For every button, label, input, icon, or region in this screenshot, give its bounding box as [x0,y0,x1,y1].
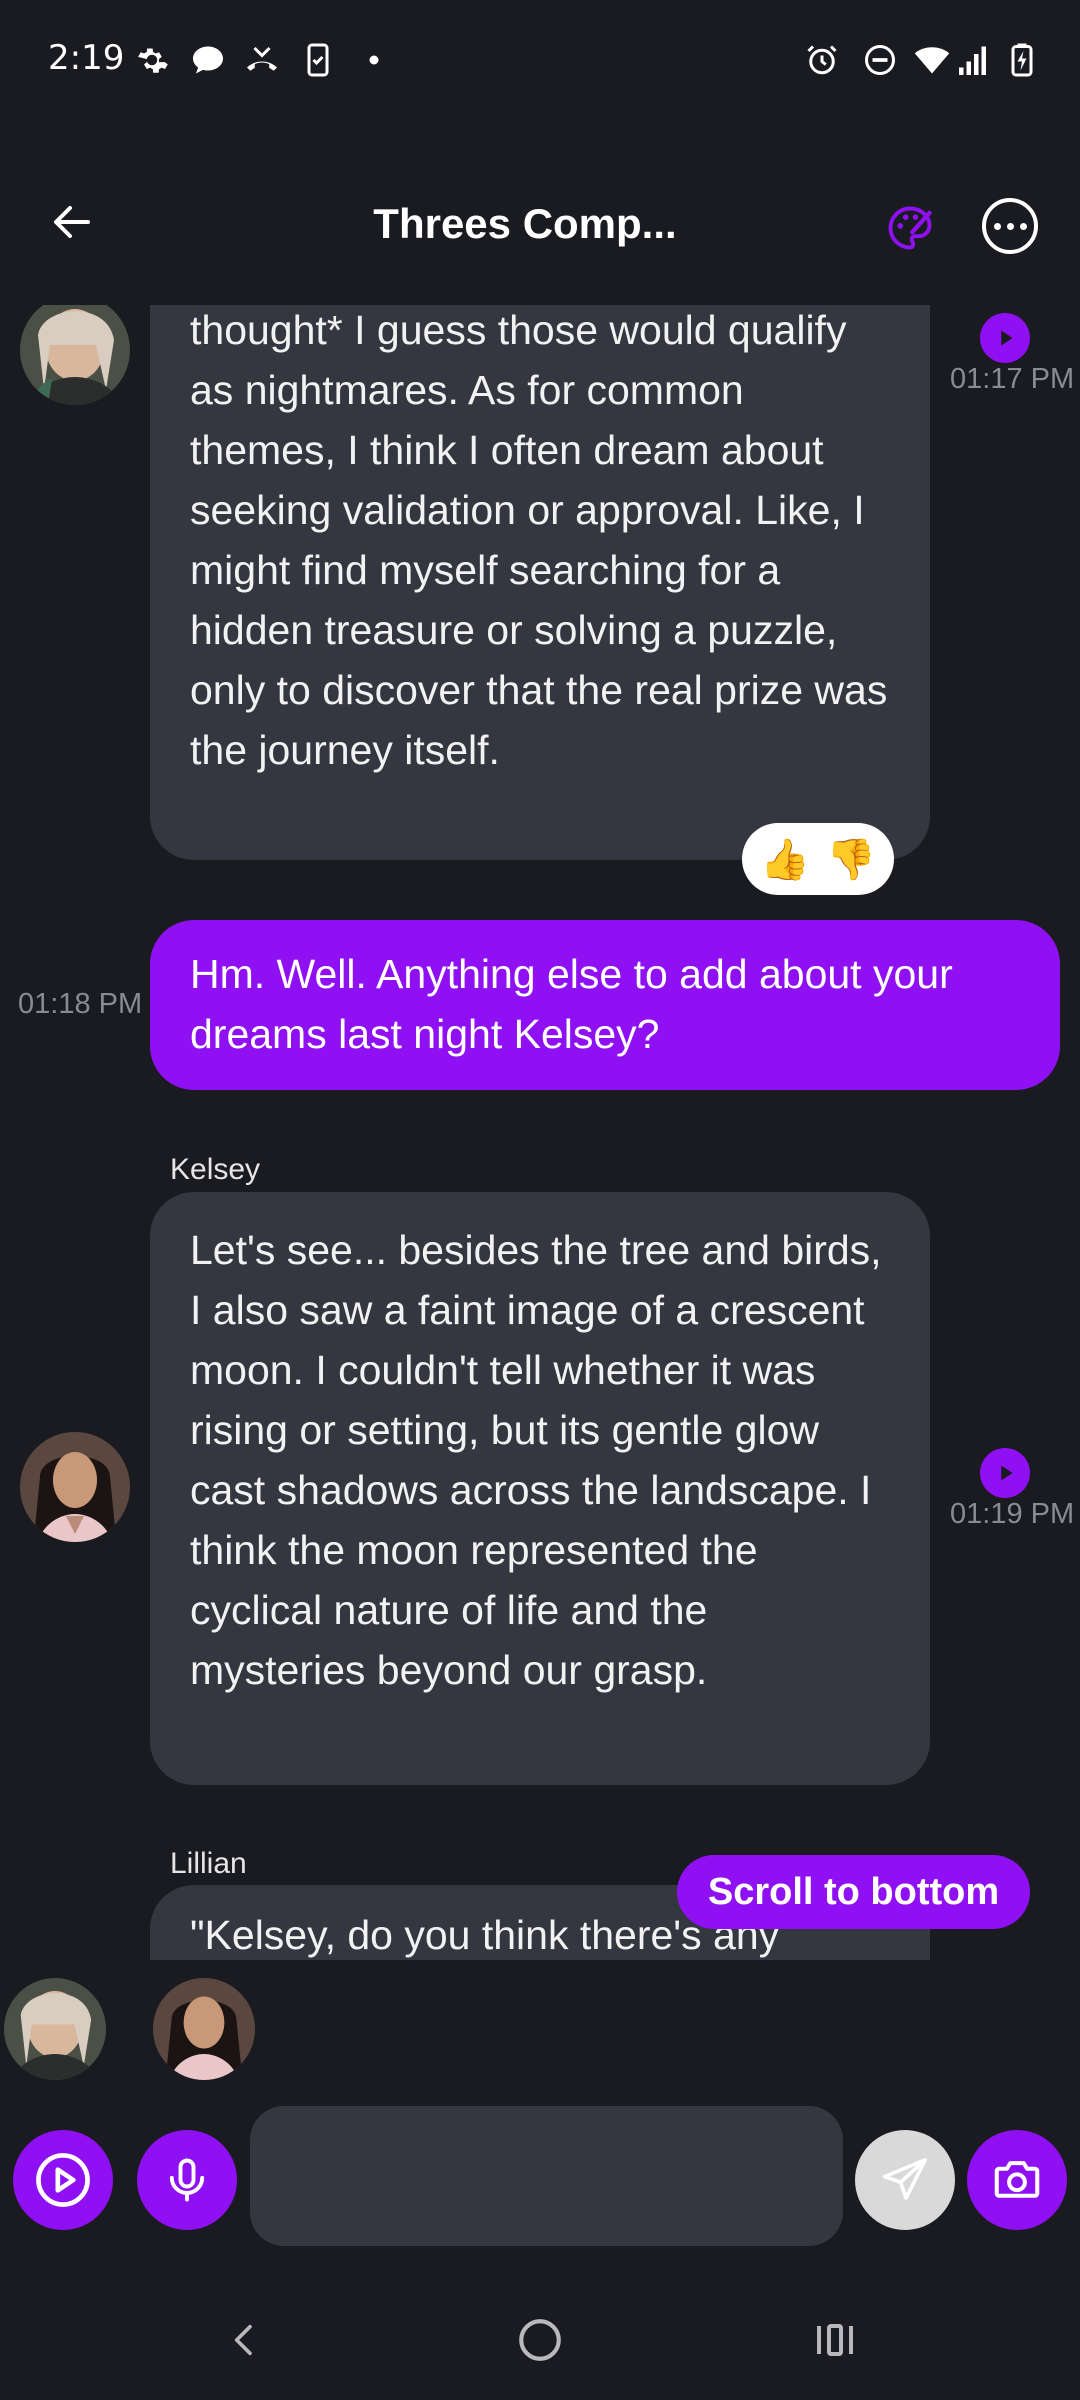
notification-dot-icon [356,42,392,78]
battery-charging-icon [1004,42,1040,78]
play-circle-button[interactable] [13,2130,113,2230]
back-arrow-icon[interactable] [40,190,104,254]
system-nav-bar [0,2280,1080,2400]
palette-icon[interactable] [880,198,940,258]
participant-avatar-lillian[interactable] [4,1978,106,2080]
do-not-disturb-icon [862,42,898,78]
message-time: 01:19 PM [950,1498,1075,1530]
chat-header: Threes Comp... [0,170,1080,280]
camera-button[interactable] [967,2130,1067,2230]
message-text: Hm. Well. Anything else to add about you… [190,951,953,1057]
wifi-icon [912,42,952,78]
more-options-icon[interactable] [982,198,1038,254]
sender-name: Kelsey [170,1153,261,1186]
sender-name: Lillian [170,1847,247,1880]
chat-title: Threes Comp... [373,200,677,247]
thumbs-up-button[interactable]: 👍 [760,836,810,883]
composer-bar [0,2105,1080,2246]
message-bubble-ai-2: Let's see... besides the tree and birds,… [150,1192,930,1785]
message-list[interactable]: thought* I guess those would qualify as … [0,305,1080,1960]
chat-screen: 2:19 Threes Comp... thought* I guess tho… [0,0,1080,2400]
phone-clipboard-icon [300,42,336,78]
message-text: Let's see... besides the tree and birds,… [190,1227,882,1693]
reaction-bar: 👍 👎 [742,823,894,895]
status-time: 2:19 [48,38,125,78]
chat-bubble-icon [190,42,226,78]
participant-avatar-kelsey[interactable] [153,1978,255,2080]
message-input[interactable] [250,2106,843,2246]
avatar-kelsey[interactable] [20,1432,130,1542]
avatar-lillian[interactable] [20,305,130,405]
message-bubble-user: Hm. Well. Anything else to add about you… [150,920,1060,1090]
message-bubble-ai-1: thought* I guess those would qualify as … [150,305,930,860]
microphone-button[interactable] [137,2130,237,2230]
signal-icon [956,42,992,78]
participants-row [0,1975,1080,2085]
settings-gear-icon [134,42,170,78]
scroll-to-bottom-button[interactable]: Scroll to bottom [677,1855,1030,1929]
nav-home-icon[interactable] [505,2310,575,2370]
message-text: thought* I guess those would qualify as … [190,307,888,773]
nav-back-icon[interactable] [210,2310,280,2370]
send-button[interactable] [855,2130,955,2230]
play-audio-icon[interactable] [980,313,1030,363]
play-audio-icon[interactable] [980,1448,1030,1498]
nav-recents-icon[interactable] [800,2310,870,2370]
alarm-icon [804,42,840,78]
thumbs-down-button[interactable]: 👎 [826,836,876,883]
status-bar: 2:19 [0,0,1080,125]
message-time: 01:17 PM [950,363,1075,395]
message-time: 01:18 PM [18,988,143,1020]
missed-call-icon [244,42,280,78]
